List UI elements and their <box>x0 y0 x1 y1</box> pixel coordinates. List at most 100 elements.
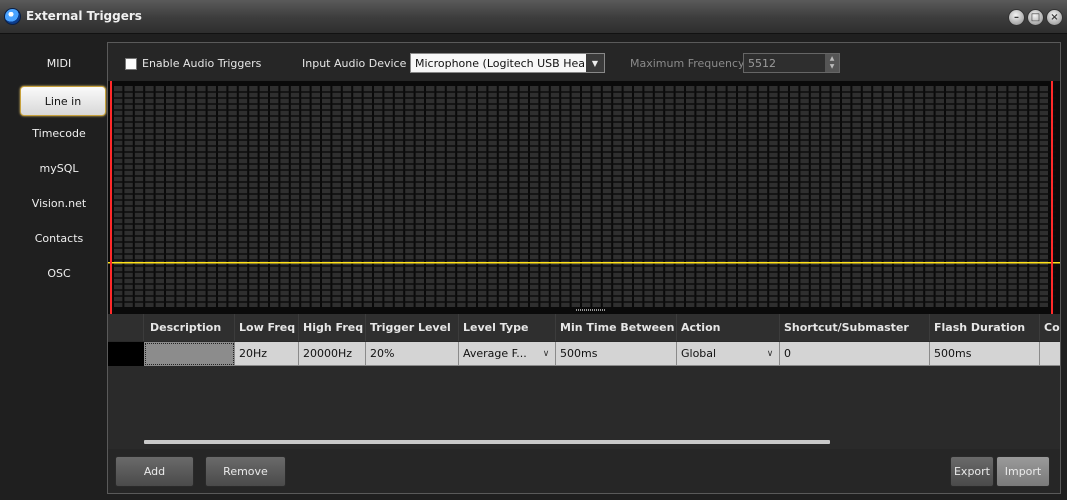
cell-min-time-between[interactable]: 500ms <box>556 342 677 366</box>
spectrum-band <box>602 86 612 307</box>
sidebar-item-midi[interactable]: MIDI <box>12 46 106 81</box>
spectrum-band <box>894 86 903 307</box>
spectrum-band <box>738 86 747 307</box>
title-bar: External Triggers – □ × <box>0 0 1067 34</box>
spectrum-band <box>166 86 175 307</box>
header-action[interactable]: Action <box>677 314 780 341</box>
spectrum-display[interactable] <box>108 81 1060 314</box>
sidebar-item-timecode[interactable]: Timecode <box>12 116 106 151</box>
header-flash-duration[interactable]: Flash Duration <box>930 314 1040 341</box>
spectrum-band <box>436 86 445 307</box>
spectrum-band <box>831 86 840 307</box>
spectrum-band <box>322 86 331 307</box>
spectrum-band <box>238 86 248 307</box>
spectrum-band <box>207 86 216 307</box>
maximize-icon[interactable]: □ <box>1027 9 1044 26</box>
minimize-icon[interactable]: – <box>1008 9 1025 26</box>
spectrum-band <box>925 86 934 307</box>
chevron-down-icon[interactable]: ∨ <box>539 346 553 361</box>
spectrum-band <box>228 86 237 307</box>
dropdown-arrow-icon[interactable]: ▼ <box>586 54 604 72</box>
header-co[interactable]: Co <box>1040 314 1060 341</box>
spectrum-band <box>665 86 674 307</box>
row-selector[interactable] <box>108 342 144 366</box>
cell-shortcut-submaster[interactable]: 0 <box>780 342 930 366</box>
cell-action[interactable]: Global ∨ <box>677 342 780 366</box>
spectrum-band <box>852 86 861 307</box>
spectrum-band <box>426 86 435 307</box>
audio-toolbar: Enable Audio Triggers Input Audio Device… <box>108 43 1060 81</box>
spectrum-band <box>862 86 872 307</box>
chevron-down-icon[interactable]: ∨ <box>763 346 777 361</box>
spectrum-band <box>758 86 768 307</box>
cell-level-type[interactable]: Average F... ∨ <box>459 342 556 366</box>
spectrum-band <box>550 86 560 307</box>
spectrum-band <box>821 86 830 307</box>
header-description[interactable]: Description <box>144 314 235 341</box>
sidebar: MIDI Line in Timecode mySQL Vision.net C… <box>12 46 106 291</box>
spectrum-band <box>540 86 549 307</box>
spectrum-band <box>987 86 996 307</box>
enable-audio-label: Enable Audio Triggers <box>142 57 262 70</box>
cell-high-freq[interactable]: 20000Hz <box>299 342 366 366</box>
sidebar-item-contacts[interactable]: Contacts <box>12 221 106 256</box>
sidebar-item-line-in[interactable]: Line in <box>20 86 106 116</box>
header-trigger-level[interactable]: Trigger Level <box>366 314 459 341</box>
header-low-freq[interactable]: Low Freq <box>235 314 299 341</box>
spectrum-band <box>176 86 185 307</box>
spectrum-band <box>342 86 352 307</box>
horizontal-scrollbar[interactable] <box>144 440 830 444</box>
spin-stepper-icon[interactable]: ▲ ▼ <box>825 54 839 72</box>
spectrum-band <box>675 86 684 307</box>
cell-flash-duration[interactable]: 500ms <box>930 342 1040 366</box>
cell-description[interactable] <box>144 342 235 366</box>
cell-co[interactable] <box>1040 342 1060 366</box>
cell-trigger-level[interactable]: 20% <box>366 342 459 366</box>
spectrum-band <box>769 86 778 307</box>
header-selector <box>108 314 144 341</box>
spectrum-band <box>124 86 133 307</box>
spectrum-band <box>561 86 570 307</box>
table-row[interactable]: 20Hz 20000Hz 20% Average F... ∨ 500ms Gl… <box>108 342 1060 366</box>
spin-up-icon[interactable]: ▲ <box>830 55 835 63</box>
spectrum-band <box>1039 86 1048 307</box>
spectrum-band <box>717 86 726 307</box>
close-icon[interactable]: × <box>1046 9 1063 26</box>
spectrum-band <box>914 86 924 307</box>
sidebar-item-vision-net[interactable]: Vision.net <box>12 186 106 221</box>
spectrum-band <box>686 86 695 307</box>
header-high-freq[interactable]: High Freq <box>299 314 366 341</box>
spectrum-band <box>332 86 341 307</box>
spectrum-band <box>634 86 643 307</box>
spectrum-band <box>623 86 632 307</box>
max-frequency-input[interactable]: 5512 ▲ ▼ <box>743 53 840 73</box>
spectrum-band <box>706 86 716 307</box>
input-device-select[interactable]: Microphone (Logitech USB Head ▼ <box>410 53 605 73</box>
max-frequency-label: Maximum Frequency <box>630 57 745 70</box>
cell-low-freq[interactable]: 20Hz <box>235 342 299 366</box>
spectrum-band <box>509 86 518 307</box>
header-level-type[interactable]: Level Type <box>459 314 556 341</box>
spectrum-band <box>998 86 1007 307</box>
enable-audio-checkbox[interactable] <box>125 58 137 70</box>
import-button[interactable]: Import <box>996 456 1050 487</box>
spectrum-band <box>748 86 757 307</box>
add-button[interactable]: Add <box>115 456 194 487</box>
spin-down-icon[interactable]: ▼ <box>830 63 835 71</box>
spectrum-band <box>301 86 310 307</box>
spectrum-band <box>935 86 944 307</box>
spectrum-band <box>582 86 591 307</box>
spectrum-band <box>654 86 664 307</box>
spectrum-band <box>519 86 528 307</box>
sidebar-item-mysql[interactable]: mySQL <box>12 151 106 186</box>
export-button[interactable]: Export <box>950 456 994 487</box>
spectrum-band <box>883 86 892 307</box>
spectrum-band <box>197 86 206 307</box>
header-shortcut-submaster[interactable]: Shortcut/Submaster <box>780 314 930 341</box>
header-min-time-between[interactable]: Min Time Between <box>556 314 677 341</box>
spectrum-band <box>1008 86 1017 307</box>
action-value: Global <box>681 347 717 360</box>
sidebar-item-osc[interactable]: OSC <box>12 256 106 291</box>
remove-button[interactable]: Remove <box>205 456 286 487</box>
spectrum-band <box>270 86 279 307</box>
